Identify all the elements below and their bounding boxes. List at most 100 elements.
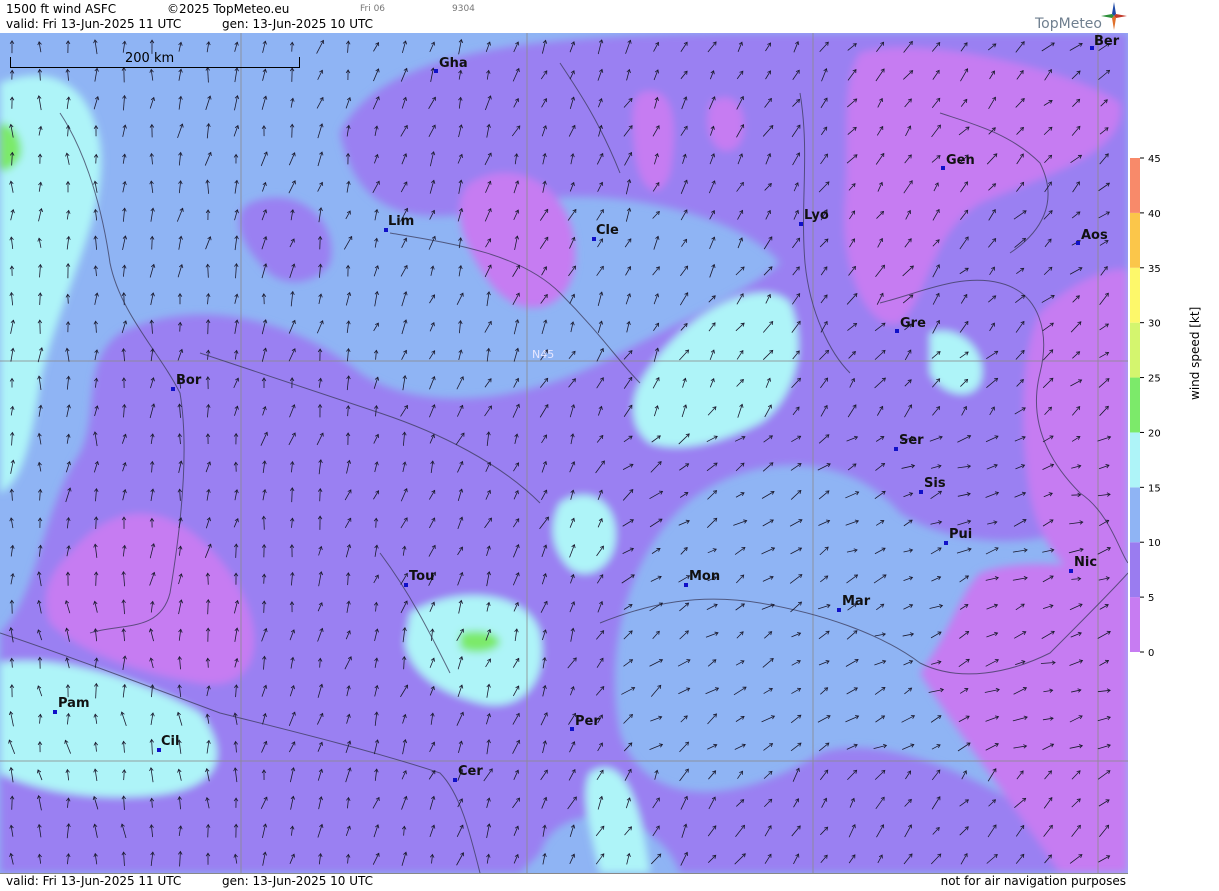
wind-arrow	[624, 98, 632, 107]
wind-arrow	[290, 573, 294, 586]
wind-arrow	[598, 490, 602, 500]
wind-arrow	[598, 292, 603, 306]
wind-arrow	[764, 237, 772, 249]
wind-arrow	[9, 712, 13, 727]
wind-arrow	[571, 434, 575, 444]
wind-arrow	[988, 239, 995, 248]
wind-arrow	[290, 42, 294, 51]
wind-arrow	[986, 743, 999, 750]
wind-arrow	[150, 658, 154, 668]
wind-arrow	[848, 44, 857, 51]
wind-arrow	[1073, 296, 1080, 303]
wind-arrow	[654, 348, 659, 362]
wind-arrow	[820, 42, 829, 52]
city-marker	[404, 583, 408, 587]
wind-arrow	[66, 462, 70, 472]
wind-arrow	[178, 546, 182, 555]
wind-arrow	[540, 405, 548, 418]
wind-arrow	[847, 294, 857, 305]
wind-arrow	[66, 348, 70, 361]
wind-arrow	[373, 798, 379, 809]
wind-arrow	[678, 576, 689, 583]
wind-arrow	[513, 404, 520, 417]
wind-arrow	[792, 660, 801, 665]
wind-arrow	[625, 267, 630, 276]
wind-arrow	[735, 825, 744, 836]
wind-arrow	[11, 210, 15, 220]
wind-arrow	[262, 348, 266, 361]
wind-arrow	[1099, 212, 1110, 218]
wind-arrow	[94, 714, 98, 724]
wind-arrow	[430, 658, 435, 668]
wind-arrow	[960, 576, 969, 582]
wind-arrow	[374, 740, 378, 754]
wind-arrow	[626, 798, 630, 808]
wind-arrow	[93, 797, 98, 810]
wind-arrow	[905, 155, 912, 163]
wind-map[interactable]: 200 km N45 Ber Gha Gen Lim Cle Lyo Aos G…	[0, 33, 1128, 873]
wind-arrow	[904, 520, 912, 526]
wind-arrow	[485, 518, 492, 528]
wind-arrow	[962, 407, 967, 416]
wind-arrow	[542, 40, 546, 53]
wind-arrow	[621, 687, 634, 694]
wind-arrow	[960, 689, 968, 694]
wind-arrow	[346, 798, 350, 809]
wind-arrow	[178, 181, 182, 193]
wind-arrow	[707, 463, 717, 471]
wind-arrow	[790, 520, 802, 527]
wind-arrow	[596, 631, 603, 640]
wind-arrow	[540, 378, 547, 387]
wind-arrow	[763, 463, 773, 472]
wind-arrow	[487, 603, 491, 612]
wind-arrow	[318, 603, 322, 611]
wind-arrow	[762, 604, 774, 609]
wind-arrow	[430, 742, 435, 752]
wind-arrow	[235, 659, 239, 668]
wind-arrow	[205, 152, 211, 165]
wind-arrow	[627, 70, 631, 81]
wind-arrow	[262, 629, 268, 642]
wind-arrow	[459, 125, 463, 137]
wind-arrow	[850, 798, 855, 807]
run-code: 9304	[452, 4, 475, 14]
wind-arrow	[793, 351, 800, 359]
wind-arrow	[961, 854, 967, 865]
wind-arrow	[66, 153, 70, 165]
wind-arrow	[542, 545, 547, 557]
compass-star-icon	[1101, 2, 1127, 30]
wind-arrow	[262, 320, 267, 334]
wind-arrow	[710, 126, 714, 135]
wind-arrow	[150, 98, 154, 109]
wind-arrow	[485, 406, 492, 416]
wind-arrow	[263, 407, 267, 416]
city-label: Lim	[388, 214, 414, 229]
wind-arrow	[1044, 100, 1052, 105]
wind-arrow	[570, 687, 574, 696]
wind-arrow	[206, 405, 210, 418]
wind-arrow	[9, 740, 15, 754]
wind-arrow	[38, 154, 42, 164]
wind-arrow	[1016, 604, 1024, 610]
wind-arrow	[37, 96, 41, 110]
wind-arrow	[206, 600, 210, 615]
wind-arrow	[94, 489, 98, 501]
wind-arrow	[678, 688, 689, 694]
wind-arrow	[597, 658, 603, 667]
wind-arrow	[179, 69, 183, 80]
wind-arrow	[847, 323, 856, 330]
wind-arrow	[318, 825, 323, 838]
wind-arrow	[905, 99, 912, 107]
wind-arrow	[597, 239, 602, 247]
wind-arrow	[597, 349, 604, 362]
wind-arrow	[262, 824, 266, 838]
wind-arrow	[903, 266, 914, 276]
wind-arrow	[710, 71, 714, 79]
wind-arrow	[791, 548, 802, 554]
wind-arrow	[123, 125, 127, 137]
wind-arrow	[793, 768, 799, 781]
wind-arrow	[569, 237, 575, 248]
wind-arrow	[903, 493, 912, 497]
wind-arrow	[205, 769, 209, 782]
wind-arrow	[1072, 407, 1079, 416]
